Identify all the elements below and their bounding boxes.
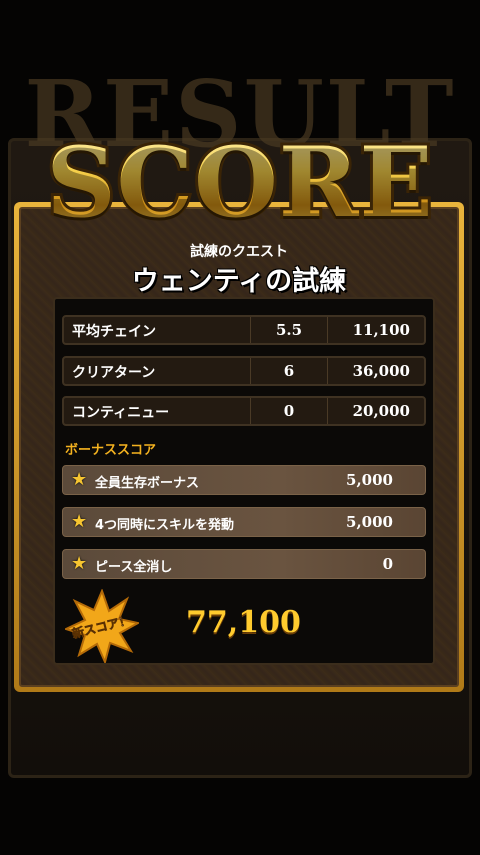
total-score: 77,100	[186, 605, 301, 640]
score-table: 平均チェイン 5.5 11,100 クリアターン 6 36,000 コンティニュ…	[53, 297, 435, 665]
stat-score: 36,000	[352, 362, 410, 380]
stat-count: 5.5	[250, 317, 328, 343]
quest-name: ウェンティの試練	[131, 266, 347, 297]
stat-label: クリアターン	[72, 365, 156, 381]
result-frame-inner: 試練のクエスト ウェンティの試練 平均チェイン 5.5 11,100 クリアター…	[19, 207, 459, 687]
star-icon: ★	[71, 511, 88, 532]
stat-row-turns: クリアターン 6 36,000	[62, 356, 426, 386]
stat-row-continue: コンティニュー 0 20,000	[62, 396, 426, 426]
stat-score: 11,100	[352, 321, 410, 339]
bonus-score: 5,000	[346, 471, 393, 489]
new-score-badge: 新スコア！	[65, 589, 139, 663]
bonus-score: 5,000	[346, 513, 393, 531]
stat-count: 6	[250, 358, 328, 384]
star-icon: ★	[71, 553, 88, 574]
bonus-score: 0	[382, 555, 393, 573]
stat-count: 0	[250, 398, 328, 424]
star-icon: ★	[71, 469, 88, 490]
bonus-row: ★ 全員生存ボーナス 5,000	[62, 465, 426, 495]
bonus-row: ★ ピース全消し 0	[62, 549, 426, 579]
bonus-row: ★ 4つ同時にスキルを発動 5,000	[62, 507, 426, 537]
bonus-label: ピース全消し	[95, 560, 173, 575]
bonus-label: 全員生存ボーナス	[95, 476, 200, 491]
stat-label: コンティニュー	[72, 405, 170, 421]
score-title: SCORE	[0, 126, 480, 239]
stat-label: 平均チェイン	[72, 324, 156, 340]
bonus-heading: ボーナススコア	[65, 443, 157, 458]
quest-subtitle: 試練のクエスト	[190, 244, 288, 260]
bonus-label: 4つ同時にスキルを発動	[95, 518, 235, 533]
stat-score: 20,000	[352, 402, 410, 420]
stat-row-chain: 平均チェイン 5.5 11,100	[62, 315, 426, 345]
result-frame: 試練のクエスト ウェンティの試練 平均チェイン 5.5 11,100 クリアター…	[14, 202, 464, 692]
